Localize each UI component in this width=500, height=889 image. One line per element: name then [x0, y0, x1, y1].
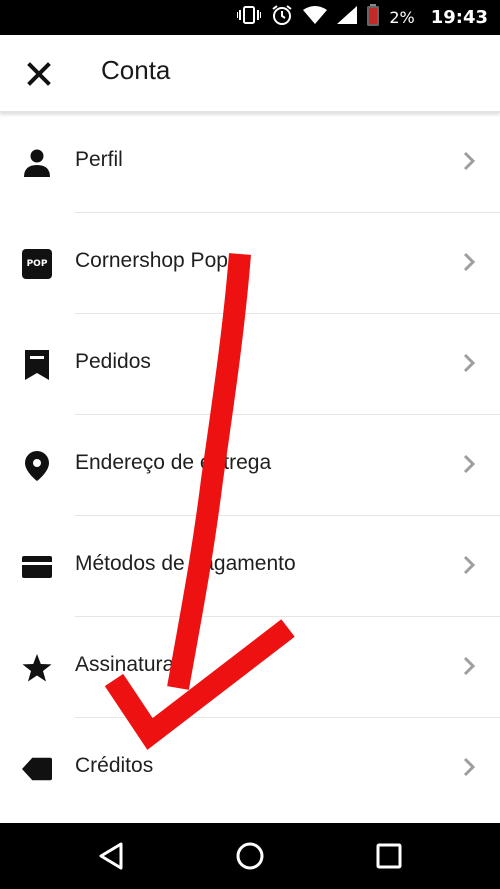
- app-header: Conta: [0, 35, 500, 113]
- system-nav-bar: [0, 823, 500, 889]
- menu-item-label: Cornershop Pop: [75, 249, 228, 272]
- star-icon: [22, 653, 52, 683]
- chevron-right-icon: [463, 151, 476, 171]
- menu-item-subscriptions[interactable]: Assinaturas: [0, 617, 500, 718]
- home-button[interactable]: [233, 839, 267, 873]
- battery-percent: 2%: [389, 8, 415, 27]
- chevron-right-icon: [463, 555, 476, 575]
- menu-item-label: Créditos: [75, 754, 154, 777]
- chevron-right-icon: [463, 353, 476, 373]
- vibrate-icon: [236, 6, 263, 29]
- status-icons: 2% 19:43: [236, 0, 488, 35]
- menu-item-label: Assinaturas: [75, 653, 185, 676]
- pop-badge-text: POP: [22, 249, 52, 279]
- back-button[interactable]: [94, 839, 128, 873]
- credit-card-icon: [22, 552, 52, 582]
- menu-item-label: Endereço de entrega: [75, 451, 272, 474]
- menu-item-delivery-address[interactable]: Endereço de entrega: [0, 415, 500, 516]
- signal-icon: [337, 6, 358, 29]
- chevron-right-icon: [463, 757, 476, 777]
- menu-item-profile[interactable]: Perfil: [0, 112, 500, 213]
- page-title: Conta: [101, 55, 171, 85]
- menu-item-label: Métodos de pagamento: [75, 552, 296, 575]
- chevron-right-icon: [463, 656, 476, 676]
- chevron-right-icon: [463, 252, 476, 272]
- home-circle-icon: [236, 842, 264, 870]
- tag-icon: [22, 754, 52, 784]
- clock: 19:43: [430, 7, 488, 28]
- menu-item-credits[interactable]: Créditos: [0, 718, 500, 819]
- menu-item-label: Pedidos: [75, 350, 151, 373]
- wifi-icon: [303, 6, 328, 29]
- close-icon: [27, 62, 51, 86]
- menu-item-orders[interactable]: Pedidos: [0, 314, 500, 415]
- alarm-icon: [271, 4, 293, 31]
- menu-item-label: Perfil: [75, 148, 123, 171]
- close-button[interactable]: [24, 59, 54, 89]
- recents-button[interactable]: [372, 839, 406, 873]
- person-icon: [22, 148, 52, 178]
- recents-square-icon: [376, 843, 402, 869]
- back-triangle-icon: [99, 842, 123, 870]
- location-pin-icon: [22, 451, 52, 481]
- chevron-right-icon: [463, 454, 476, 474]
- pop-badge-icon: POP: [22, 249, 52, 279]
- status-bar: 2% 19:43: [0, 0, 500, 35]
- menu-item-payment-methods[interactable]: Métodos de pagamento: [0, 516, 500, 617]
- account-menu: Perfil POP Cornershop Pop Pedidos Endere…: [0, 112, 500, 819]
- battery-low-icon: [367, 4, 380, 31]
- receipt-icon: [22, 350, 52, 380]
- menu-item-cornershop-pop[interactable]: POP Cornershop Pop: [0, 213, 500, 314]
